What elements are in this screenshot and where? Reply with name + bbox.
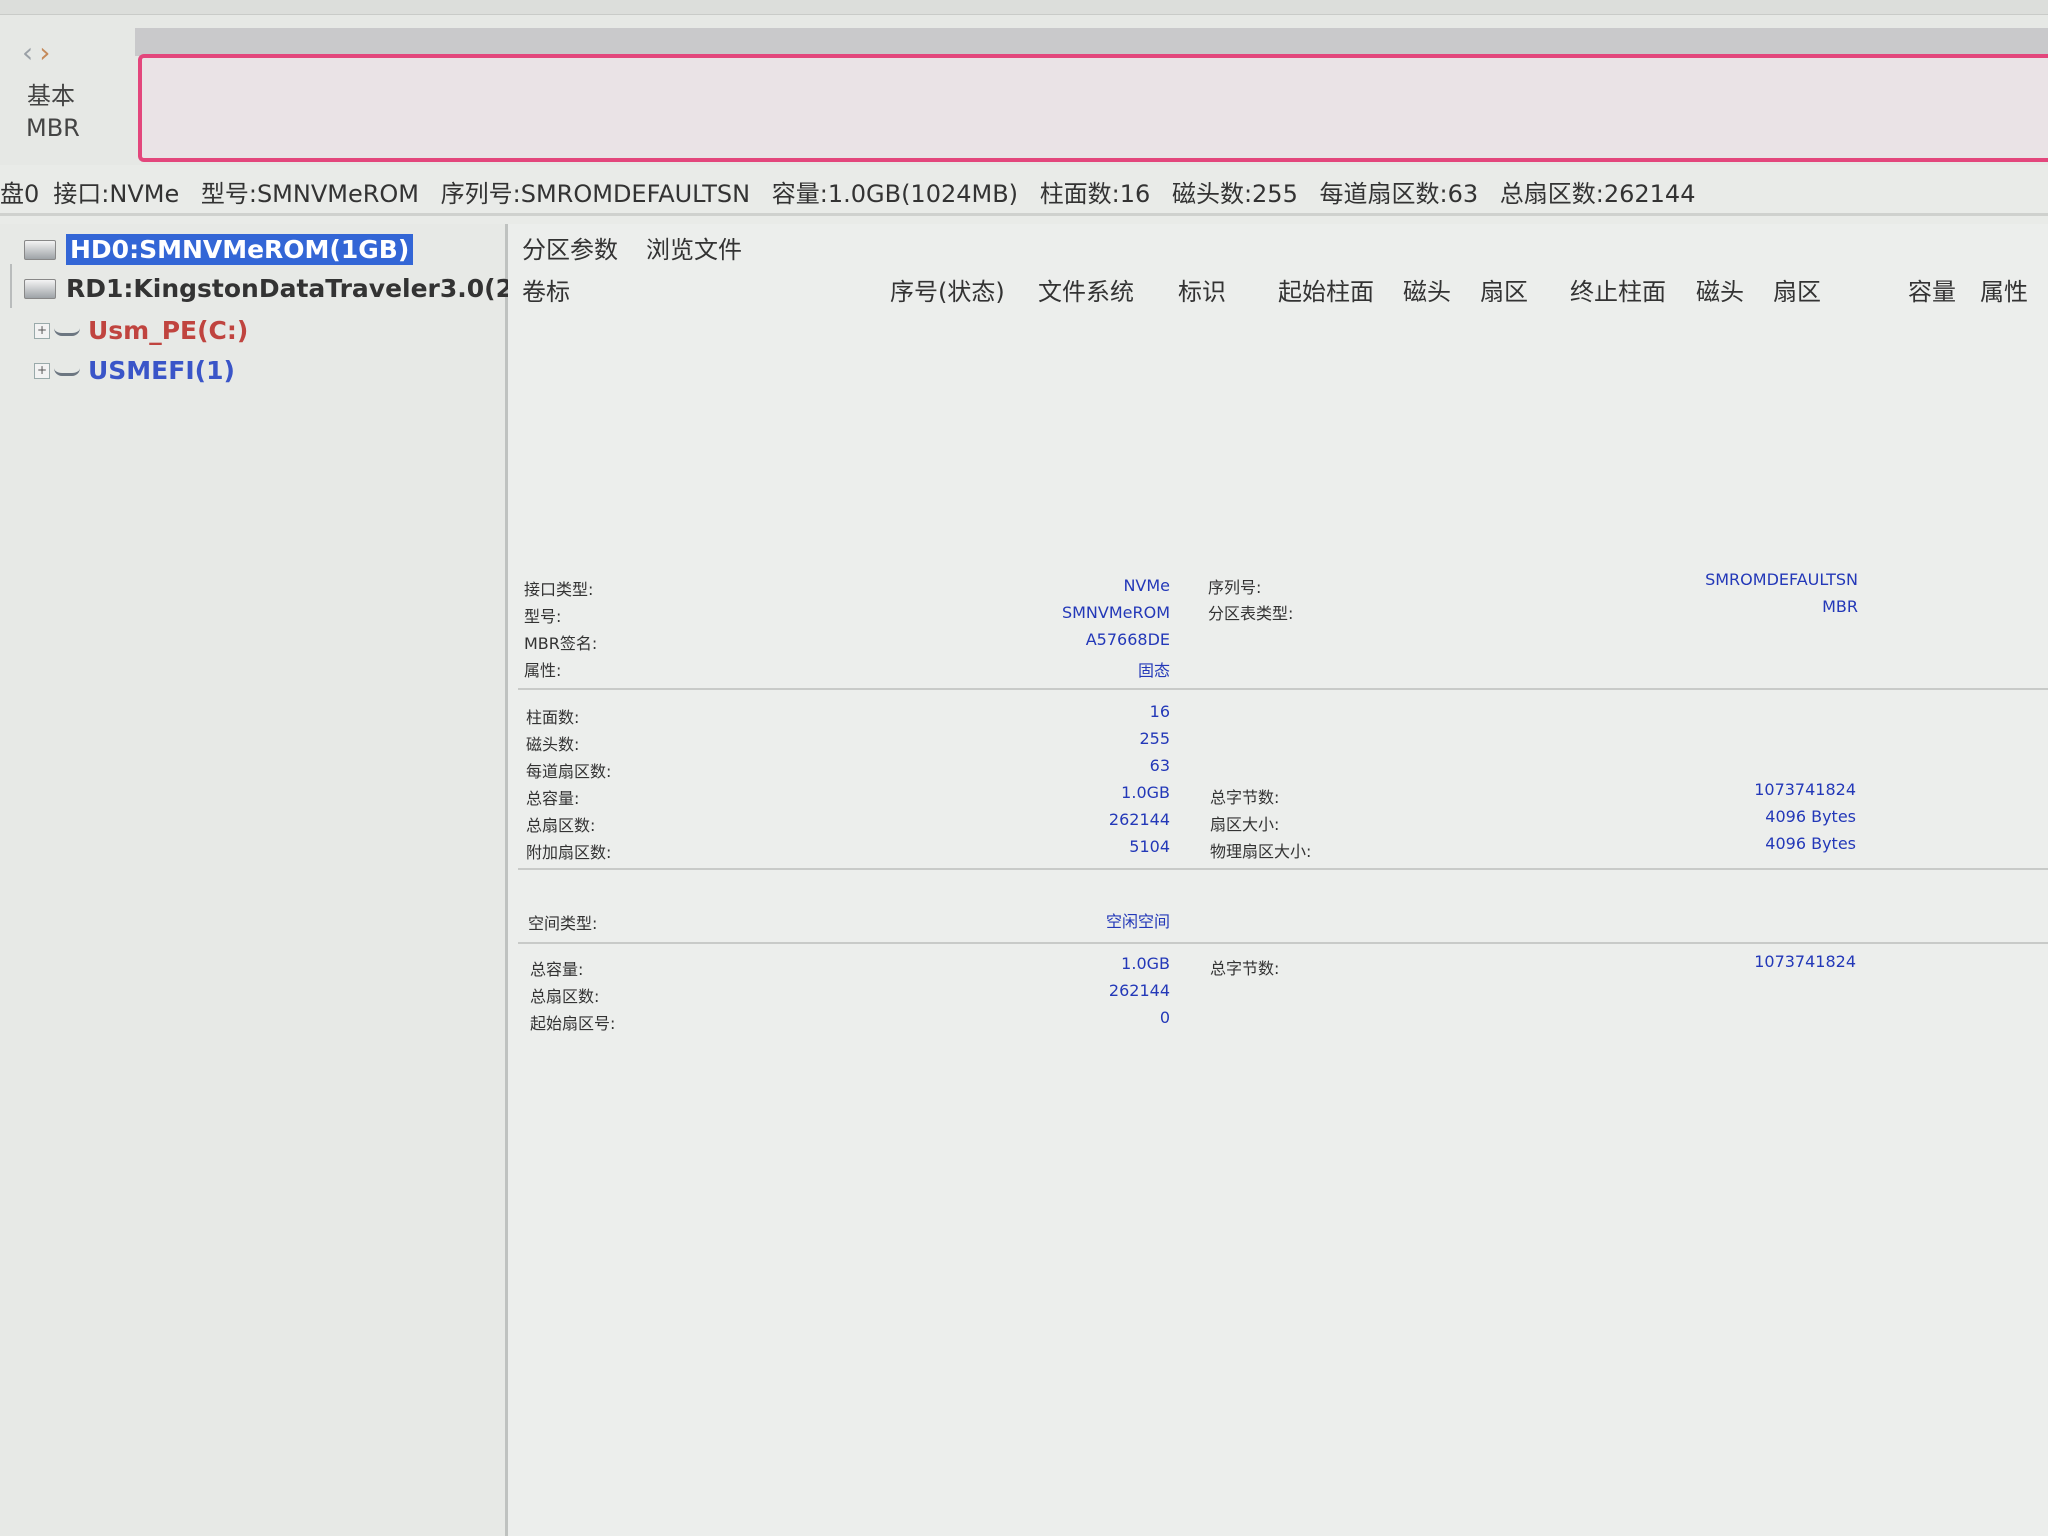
section-divider [518,688,2048,690]
extra-sectors-value: 5104 [1129,837,1170,856]
detail-panel: 分区参数 浏览文件 卷标 序号(状态) 文件系统 标识 起始柱面 磁头 扇区 终… [508,224,2048,1536]
start-sector-label: 起始扇区号: [530,1014,616,1033]
col-end-head[interactable]: 磁头 [1696,272,1744,307]
expand-icon[interactable]: + [34,322,50,339]
sectors-per-track-value: 63 [1149,756,1170,775]
attribute-label: 属性: [524,661,562,680]
total-bytes-label: 总字节数: [1210,788,1280,807]
tree-item-usmefi[interactable]: + USMEFI(1) [34,356,235,385]
heads-value: 255 [1139,729,1170,748]
col-filesystem[interactable]: 文件系统 [1038,272,1134,307]
disk-info-model: 型号:SMNVMeROM [200,180,420,208]
tree-item-rd1[interactable]: RD1:KingstonDataTraveler3.0(29( [24,274,542,303]
section-divider [518,868,2048,870]
cylinders-value: 16 [1149,702,1170,721]
tree-item-label: USMEFI(1) [88,356,235,385]
splitter[interactable] [0,213,2048,216]
col-end-sector[interactable]: 扇区 [1773,272,1821,307]
tab-partition-params[interactable]: 分区参数 [522,230,618,265]
col-attributes[interactable]: 属性 [1980,272,2028,307]
physical-sector-size-value: 4096 Bytes [1765,834,1856,853]
tree-item-label: HD0:SMNVMeROM(1GB) [66,234,414,265]
free-total-capacity-value: 1.0GB [1121,954,1170,973]
free-total-capacity-label: 总容量: [530,960,584,979]
disk-info-heads: 磁头数:255 [1171,180,1298,208]
cylinders-label: 柱面数: [526,708,580,727]
disk-info-serial: 序列号:SMROMDEFAULTSN [440,180,751,208]
sector-size-value: 4096 Bytes [1765,807,1856,826]
expand-icon[interactable]: + [34,362,50,379]
section-divider [518,942,2048,944]
free-total-bytes-value: 1073741824 [1754,952,1856,971]
serial-label: 序列号: [1208,578,1262,597]
tree-item-label: Usm_PE(C:) [88,316,249,345]
free-total-sectors-label: 总扇区数: [530,987,600,1006]
total-bytes-value: 1073741824 [1754,780,1856,799]
mbr-signature-label: MBR签名: [524,634,598,653]
disk-type-basic: 基本 [27,82,75,110]
disk-icon [24,239,56,260]
tree-line [10,264,12,308]
tree-item-hd0[interactable]: HD0:SMNVMeROM(1GB) [24,234,414,265]
partition-table-type-label: 分区表类型: [1208,604,1294,623]
serial-value: SMROMDEFAULTSN [1705,570,1858,589]
disk-info-cylinders: 柱面数:16 [1039,180,1151,208]
space-type-label: 空间类型: [528,914,598,933]
disk-info-interface: 接口:NVMe [53,180,180,208]
col-capacity[interactable]: 容量 [1908,272,1956,307]
tree-item-label: RD1:KingstonDataTraveler3.0(29( [66,274,542,303]
space-type-value: 空闲空间 [1105,912,1170,931]
tab-browse-files[interactable]: 浏览文件 [646,230,742,265]
disk-nav: ‹› [22,36,56,69]
disk-map-area: ‹› 基本 MBR [0,0,2048,165]
tab-bar: 分区参数 浏览文件 [522,230,742,265]
disk-info-capacity: 容量:1.0GB(1024MB) [771,180,1019,208]
physical-sector-size-label: 物理扇区大小: [1210,842,1312,861]
start-sector-value: 0 [1159,1008,1170,1027]
col-id[interactable]: 标识 [1178,272,1226,307]
model-value: SMNVMeROM [1061,603,1170,622]
total-sectors-value: 262144 [1108,810,1170,829]
free-total-bytes-label: 总字节数: [1210,959,1280,978]
model-label: 型号: [524,607,562,626]
col-start-sector[interactable]: 扇区 [1480,272,1528,307]
sector-size-label: 扇区大小: [1210,815,1280,834]
mbr-signature-value: A57668DE [1085,630,1170,649]
free-space-bar[interactable] [138,54,2048,162]
free-total-sectors-value: 262144 [1108,981,1170,1000]
sectors-per-track-label: 每道扇区数: [526,762,612,781]
col-end-cylinder[interactable]: 终止柱面 [1570,272,1666,307]
total-capacity-value: 1.0GB [1121,783,1170,802]
disk-bar-header [135,28,2048,56]
nav-forward-icon[interactable]: › [39,36,56,69]
interface-type-label: 接口类型: [524,580,594,599]
disk-info-spt: 每道扇区数:63 [1319,180,1479,208]
col-start-head[interactable]: 磁头 [1403,272,1451,307]
partition-table-header: 卷标 序号(状态) 文件系统 标识 起始柱面 磁头 扇区 终止柱面 磁头 扇区 … [508,272,2048,312]
total-capacity-label: 总容量: [526,789,580,808]
partition-icon [54,365,80,376]
col-start-cylinder[interactable]: 起始柱面 [1278,272,1374,307]
col-index[interactable]: 序号(状态) [890,272,1005,307]
disk-info-disk: 盘0 [0,180,40,208]
disk-type-mbr: MBR [26,114,80,142]
disk-type-label: 基本 MBR [26,80,80,144]
disk-info-line: 盘0 接口:NVMe 型号:SMNVMeROM 序列号:SMROMDEFAULTS… [0,174,2048,210]
total-sectors-label: 总扇区数: [526,816,596,835]
extra-sectors-label: 附加扇区数: [526,843,612,862]
disk-info-total-sectors: 总扇区数:262144 [1499,180,1696,208]
interface-type-value: NVMe [1123,576,1170,595]
col-volume-label[interactable]: 卷标 [522,272,570,307]
nav-back-icon[interactable]: ‹ [22,36,39,69]
partition-icon [54,325,80,336]
tree-item-usm-pe[interactable]: + Usm_PE(C:) [34,316,248,345]
disk-icon [24,278,56,299]
disk-tree [0,224,508,1536]
heads-label: 磁头数: [526,735,580,754]
partition-table-type-value: MBR [1822,597,1858,616]
attribute-value: 固态 [1137,661,1170,680]
top-strip [0,0,2048,15]
